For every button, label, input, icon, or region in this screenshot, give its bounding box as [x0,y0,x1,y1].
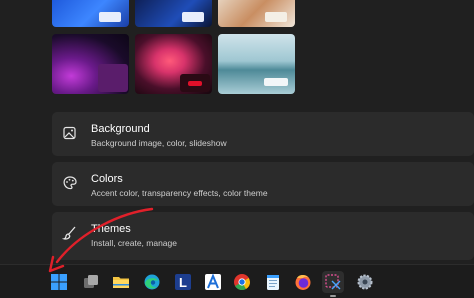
wallpaper-thumb-bloom-dark[interactable] [135,0,212,27]
svg-text:L: L [179,275,187,290]
firefox-icon [295,275,311,290]
firefox-button[interactable] [292,271,314,293]
start-button[interactable] [48,271,70,293]
file-explorer-button[interactable] [110,271,132,293]
chrome-icon [234,274,251,291]
preview-window [264,78,288,86]
notepad-icon [267,275,279,290]
brush-icon [61,225,78,241]
a-app-button[interactable] [202,271,224,293]
snipping-tool-button[interactable] [322,271,344,297]
notepad-button[interactable] [262,271,284,293]
task-view-button[interactable] [80,271,102,293]
l-app-button[interactable]: L [172,271,194,293]
background-title: Background [91,123,150,135]
chrome-button[interactable] [231,271,253,293]
palette-icon [62,175,78,191]
taskbar: L [0,264,474,298]
themes-setting-card[interactable]: Themes Install, create, manage [52,212,474,260]
wallpaper-thumb-lake[interactable] [218,34,295,94]
settings-icon [357,274,373,290]
task-view-icon [84,275,98,288]
preview-window [182,12,204,22]
snipping-tool-icon [325,274,341,290]
l-app-icon: L [175,274,191,290]
wallpaper-thumb-flower-red[interactable] [135,34,212,94]
start-icon [51,274,67,290]
wallpaper-thumb-beige[interactable] [218,0,295,27]
themes-subtitle: Install, create, manage [91,238,177,248]
colors-setting-card[interactable]: Colors Accent color, transparency effect… [52,162,474,206]
edge-icon [144,274,160,290]
image-icon [62,125,78,141]
themes-title: Themes [91,223,131,235]
wallpaper-thumb-bloom-blue[interactable] [52,0,129,27]
preview-window [180,74,210,92]
a-app-icon [205,273,221,290]
colors-subtitle: Accent color, transparency effects, colo… [91,188,268,198]
wallpaper-thumb-glow-purple[interactable] [52,34,129,94]
colors-title: Colors [91,173,123,185]
background-setting-card[interactable]: Background Background image, color, slid… [52,112,474,156]
preview-window [98,64,128,92]
preview-window [265,12,287,22]
background-subtitle: Background image, color, slideshow [91,138,227,148]
edge-button[interactable] [141,271,163,293]
file-explorer-icon [113,277,129,288]
settings-button[interactable] [354,271,376,293]
preview-window [99,12,121,22]
